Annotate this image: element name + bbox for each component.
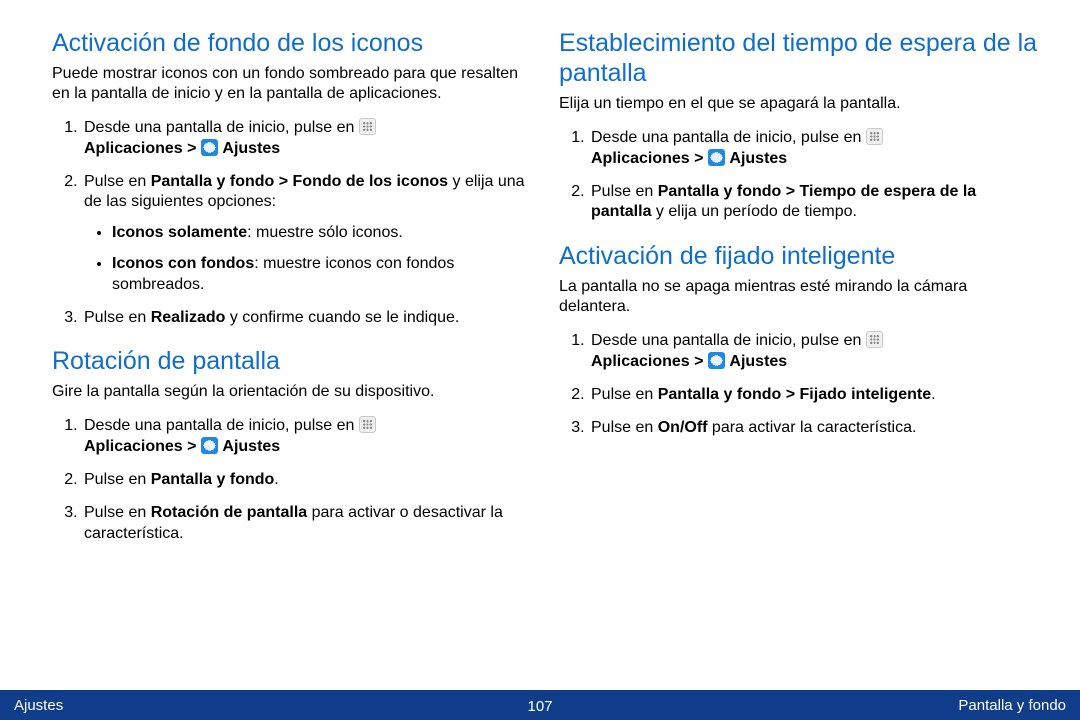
step-text: Pulse en [84, 504, 151, 521]
step-text: Desde una pantalla de inicio, pulse en [591, 129, 866, 146]
settings-icon [201, 437, 218, 454]
apps-icon [866, 128, 883, 145]
bold: On/Off [658, 419, 708, 436]
step-2: Pulse en Pantalla y fondo > Fondo de los… [82, 172, 531, 296]
apps-label: Aplicaciones > [84, 438, 201, 455]
step-text: Pulse en [591, 386, 658, 403]
settings-label: Ajustes [729, 150, 787, 167]
page-number: 107 [527, 698, 552, 715]
settings-label: Ajustes [222, 140, 280, 157]
bold: Iconos con fondos [112, 255, 254, 272]
option-icons-only: Iconos solamente: muestre sólo iconos. [112, 223, 531, 244]
steps-icon-background: Desde una pantalla de inicio, pulse en A… [52, 118, 531, 328]
step-text: Desde una pantalla de inicio, pulse en [84, 417, 359, 434]
tail: : muestre sólo iconos. [247, 224, 403, 241]
bold-path: Pantalla y fondo > Fondo de los iconos [151, 173, 448, 190]
options-list: Iconos solamente: muestre sólo iconos. I… [84, 223, 531, 295]
step-text: Desde una pantalla de inicio, pulse en [84, 119, 359, 136]
step-text: Pulse en [591, 419, 658, 436]
step-text: Pulse en [84, 471, 151, 488]
step-text: Pulse en [84, 309, 151, 326]
bold: Pantalla y fondo > Fijado inteligente [658, 386, 931, 403]
step-text: Pulse en [84, 173, 151, 190]
step-text: Desde una pantalla de inicio, pulse en [591, 332, 866, 349]
heading-timeout: Establecimiento del tiempo de espera de … [559, 28, 1038, 88]
settings-icon [201, 139, 218, 156]
steps-rotation: Desde una pantalla de inicio, pulse en A… [52, 416, 531, 544]
intro-smart-stay: La pantalla no se apaga mientras esté mi… [559, 277, 1038, 317]
tail: . [931, 386, 935, 403]
step-1: Desde una pantalla de inicio, pulse en A… [589, 331, 1038, 373]
steps-timeout: Desde una pantalla de inicio, pulse en A… [559, 128, 1038, 223]
step-2: Pulse en Pantalla y fondo > Tiempo de es… [589, 182, 1038, 224]
heading-icon-background: Activación de fondo de los iconos [52, 28, 531, 58]
option-icons-backgrounds: Iconos con fondos: muestre iconos con fo… [112, 254, 531, 296]
tail: para activar la característica. [707, 419, 916, 436]
bold: Pantalla y fondo [151, 471, 275, 488]
intro-rotation: Gire la pantalla según la orientación de… [52, 382, 531, 402]
apps-icon [866, 331, 883, 348]
step-3: Pulse en Rotación de pantalla para activ… [82, 503, 531, 545]
step-1: Desde una pantalla de inicio, pulse en A… [82, 416, 531, 458]
step-3: Pulse en On/Off para activar la caracter… [589, 418, 1038, 439]
heading-smart-stay: Activación de fijado inteligente [559, 241, 1038, 271]
apps-icon [359, 416, 376, 433]
settings-label: Ajustes [729, 353, 787, 370]
footer-left: Ajustes [14, 697, 63, 714]
apps-label: Aplicaciones > [591, 353, 708, 370]
step-text: Pulse en [591, 183, 658, 200]
footer-right: Pantalla y fondo [958, 697, 1066, 714]
bold: Rotación de pantalla [151, 504, 307, 521]
step-2: Pulse en Pantalla y fondo > Fijado intel… [589, 385, 1038, 406]
intro-timeout: Elija un tiempo en el que se apagará la … [559, 94, 1038, 114]
settings-icon [708, 352, 725, 369]
apps-label: Aplicaciones > [84, 140, 201, 157]
tail: y confirme cuando se le indique. [225, 309, 459, 326]
left-column: Activación de fondo de los iconos Puede … [52, 28, 531, 678]
intro-icon-background: Puede mostrar iconos con un fondo sombre… [52, 64, 531, 104]
heading-rotation: Rotación de pantalla [52, 346, 531, 376]
step-1: Desde una pantalla de inicio, pulse en A… [82, 118, 531, 160]
content-area: Activación de fondo de los iconos Puede … [0, 0, 1080, 690]
settings-label: Ajustes [222, 438, 280, 455]
step-3: Pulse en Realizado y confirme cuando se … [82, 308, 531, 329]
apps-label: Aplicaciones > [591, 150, 708, 167]
right-column: Establecimiento del tiempo de espera de … [559, 28, 1038, 678]
page-footer: Ajustes 107 Pantalla y fondo [0, 690, 1080, 720]
tail: . [274, 471, 278, 488]
step-2: Pulse en Pantalla y fondo. [82, 470, 531, 491]
bold: Iconos solamente [112, 224, 247, 241]
steps-smart-stay: Desde una pantalla de inicio, pulse en A… [559, 331, 1038, 438]
tail: y elija un período de tiempo. [651, 203, 856, 220]
apps-icon [359, 118, 376, 135]
settings-icon [708, 149, 725, 166]
step-1: Desde una pantalla de inicio, pulse en A… [589, 128, 1038, 170]
bold: Realizado [151, 309, 226, 326]
